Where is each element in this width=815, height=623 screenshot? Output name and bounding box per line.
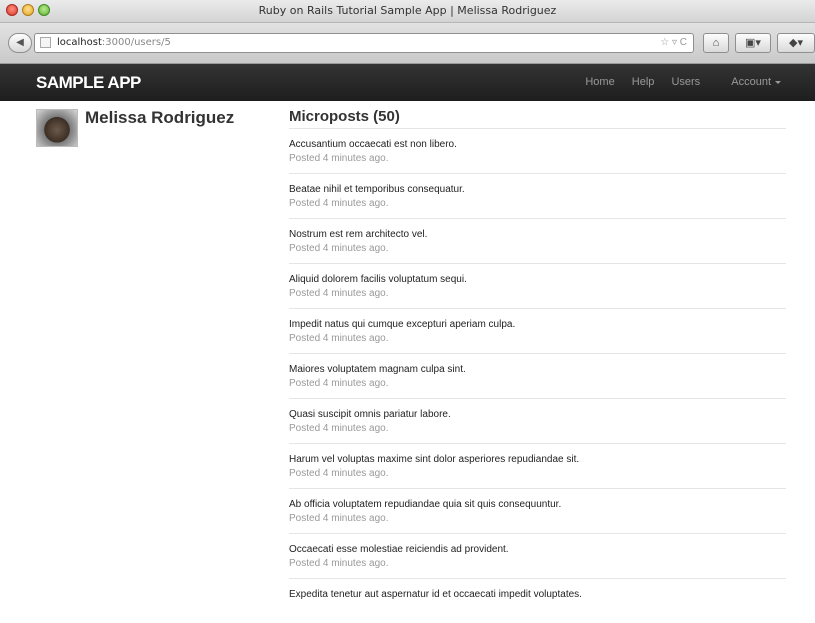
micropost-item: Expedita tenetur aut aspernatur id et oc… bbox=[289, 578, 786, 623]
nav-help[interactable]: Help bbox=[632, 76, 655, 88]
back-button[interactable]: ◀ bbox=[8, 33, 32, 53]
address-bar[interactable]: localhost:3000/users/5 ☆ ▿ C bbox=[34, 33, 694, 53]
micropost-item: Quasi suscipit omnis pariatur labore. Pos… bbox=[289, 398, 786, 443]
micropost-timestamp: Posted 4 minutes ago. bbox=[289, 288, 389, 299]
page-icon bbox=[40, 37, 51, 48]
micropost-timestamp: Posted 4 minutes ago. bbox=[289, 333, 389, 344]
micropost-item: Harum vel voluptas maxime sint dolor asp… bbox=[289, 443, 786, 488]
micropost-content: Nostrum est rem architecto vel. bbox=[289, 229, 428, 240]
micropost-content: Accusantium occaecati est non libero. bbox=[289, 139, 457, 150]
micropost-timestamp: Posted 4 minutes ago. bbox=[289, 198, 389, 209]
home-icon[interactable]: ⌂ bbox=[703, 33, 729, 53]
browser-toolbar: ◀ localhost:3000/users/5 ☆ ▿ C ⌂ ▣▾ ◆▾ bbox=[0, 23, 815, 64]
avatar bbox=[36, 109, 78, 147]
micropost-timestamp: Posted 4 minutes ago. bbox=[289, 153, 389, 164]
micropost-content: Impedit natus qui cumque excepturi aperi… bbox=[289, 319, 516, 330]
micropost-timestamp: Posted 4 minutes ago. bbox=[289, 468, 389, 479]
micropost-item: Accusantium occaecati est non libero. Pos… bbox=[289, 128, 786, 173]
user-name: Melissa Rodriguez bbox=[85, 108, 235, 127]
micropost-item: Ab officia voluptatem repudiandae quia s… bbox=[289, 488, 786, 533]
nav-account-label: Account bbox=[731, 76, 771, 88]
micropost-timestamp: Posted 4 minutes ago. bbox=[289, 558, 389, 569]
site-navbar: SAMPLE APP Home Help Users Account bbox=[0, 64, 815, 101]
reload-icon[interactable]: ☆ ▿ C bbox=[660, 37, 687, 48]
nav-links: Home Help Users Account bbox=[571, 76, 781, 88]
url-text: localhost:3000/users/5 bbox=[57, 37, 171, 48]
micropost-content: Beatae nihil et temporibus consequatur. bbox=[289, 184, 465, 195]
micropost-timestamp: Posted 4 minutes ago. bbox=[289, 243, 389, 254]
micropost-timestamp: Posted 4 minutes ago. bbox=[289, 513, 389, 524]
micropost-content: Ab officia voluptatem repudiandae quia s… bbox=[289, 499, 562, 510]
window-titlebar: Ruby on Rails Tutorial Sample App | Meli… bbox=[0, 0, 815, 23]
caret-down-icon bbox=[775, 80, 781, 84]
microposts-list: Accusantium occaecati est non libero. Pos… bbox=[289, 128, 786, 623]
bookmarks-icon[interactable]: ▣▾ bbox=[735, 33, 771, 53]
micropost-item: Occaecati esse molestiae reiciendis ad p… bbox=[289, 533, 786, 578]
micropost-content: Aliquid dolorem facilis voluptatum sequi… bbox=[289, 274, 467, 285]
extensions-icon[interactable]: ◆▾ bbox=[777, 33, 815, 53]
microposts-title: Microposts (50) bbox=[289, 108, 400, 125]
micropost-content: Occaecati esse molestiae reiciendis ad p… bbox=[289, 544, 509, 555]
micropost-timestamp: Posted 4 minutes ago. bbox=[289, 423, 389, 434]
micropost-item: Impedit natus qui cumque excepturi aperi… bbox=[289, 308, 786, 353]
logo[interactable]: SAMPLE APP bbox=[36, 73, 141, 93]
micropost-item: Maiores voluptatem magnam culpa sint. Pos… bbox=[289, 353, 786, 398]
micropost-content: Expedita tenetur aut aspernatur id et oc… bbox=[289, 589, 582, 600]
micropost-content: Harum vel voluptas maxime sint dolor asp… bbox=[289, 454, 580, 465]
micropost-content: Maiores voluptatem magnam culpa sint. bbox=[289, 364, 466, 375]
nav-home[interactable]: Home bbox=[585, 76, 614, 88]
micropost-item: Aliquid dolorem facilis voluptatum sequi… bbox=[289, 263, 786, 308]
nav-account[interactable]: Account bbox=[717, 76, 781, 88]
url-path: :3000/users/5 bbox=[101, 37, 171, 48]
micropost-item: Nostrum est rem architecto vel. Posted 4 … bbox=[289, 218, 786, 263]
url-host: localhost bbox=[57, 37, 102, 48]
micropost-item: Beatae nihil et temporibus consequatur. P… bbox=[289, 173, 786, 218]
micropost-content: Quasi suscipit omnis pariatur labore. bbox=[289, 409, 451, 420]
nav-users[interactable]: Users bbox=[671, 76, 700, 88]
back-arrow-icon: ◀ bbox=[16, 37, 24, 48]
window-title: Ruby on Rails Tutorial Sample App | Meli… bbox=[258, 4, 557, 17]
micropost-timestamp: Posted 4 minutes ago. bbox=[289, 378, 389, 389]
